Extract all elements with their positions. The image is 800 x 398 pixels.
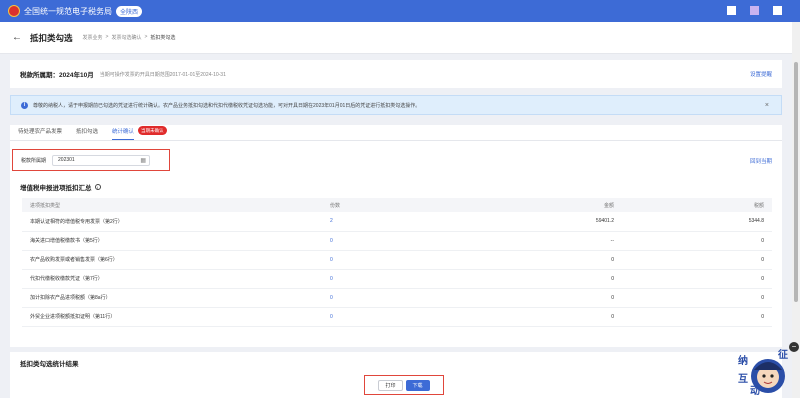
svg-text:纳: 纳 [738, 354, 748, 367]
table-row: 本期认证相符的增值税专用发票（第2行） 2 59401.2 5344.8 [22, 212, 772, 232]
period-filter: 税款所属期 202301 ▦ [12, 149, 170, 171]
close-icon[interactable]: × [765, 102, 769, 109]
message-icon[interactable] [727, 6, 736, 15]
period-date-input[interactable]: 202301 ▦ [52, 154, 151, 166]
tax-period-card: 税款所属期：2024年10月 当期可操作发票的开具日期范围2017-01-01至… [10, 60, 782, 88]
tab-pending-agri[interactable]: 待处理农产品发票 [18, 125, 62, 140]
info-icon: i [21, 101, 28, 109]
breadcrumb-bar: ← 抵扣类勾选 发票业务 > 发票勾选确认 > 抵扣类勾选 [0, 22, 792, 54]
user-icon[interactable] [750, 6, 759, 15]
row-count-link[interactable]: 0 [322, 307, 472, 327]
summary-title: 增值税申报进项抵扣汇总 i [20, 182, 101, 192]
table-row: 加计扣除农产品进项税额（第8a行） 0 0 0 [22, 288, 772, 308]
svg-text:征: 征 [778, 348, 788, 361]
column-header: 份数 [322, 198, 472, 212]
breadcrumb-separator: > [144, 34, 148, 40]
row-amount: 59401.2 [472, 212, 622, 232]
column-header: 税额 [622, 198, 772, 212]
row-tax: 0 [622, 307, 772, 327]
row-count-link[interactable]: 0 [322, 231, 472, 251]
period-filter-label: 税款所属期 [21, 157, 47, 164]
stats-title: 抵扣类勾选统计结果 [20, 361, 79, 368]
scroll-thumb[interactable] [794, 62, 798, 302]
summary-table: 进项抵扣类型 份数 金额 税额 本期认证相符的增值税专用发票（第2行） 2 59… [22, 198, 772, 327]
table-row: 海关进口增值税缴款书（第5行） 0 -- 0 [22, 231, 772, 251]
action-button-group: 打印 下载 [364, 375, 444, 395]
top-bar: 全国统一规范电子税务局 全陕西 [0, 0, 800, 22]
row-amount: 0 [472, 250, 622, 270]
row-amount: 0 [472, 307, 622, 327]
row-tax: 0 [622, 269, 772, 289]
calendar-icon[interactable]: ▦ [140, 157, 146, 166]
table-header-row: 进项抵扣类型 份数 金额 税额 [22, 198, 772, 212]
tab-stats-confirm-label: 统计确认 [112, 129, 135, 135]
breadcrumb-item-current: 抵扣类勾选 [150, 35, 176, 41]
row-type: 加计扣除农产品进项税额（第8a行） [22, 288, 322, 308]
summary-title-text: 增值税申报进项抵扣汇总 [20, 185, 92, 192]
back-to-current-link[interactable]: 回到当期 [750, 157, 772, 165]
row-count-link[interactable]: 0 [322, 250, 472, 270]
notice-banner: i 尊敬的纳税人，请于申报期前已勾选的凭证进行统计确认。农产品业务抵扣勾选和代扣… [10, 95, 782, 115]
table-row: 农产品收购发票或者销售发票（第6行） 0 0 0 [22, 250, 772, 270]
row-count-link[interactable]: 2 [322, 212, 472, 232]
tax-period-label: 税款所属期：2024年10月 [20, 72, 94, 79]
row-tax: 0 [622, 288, 772, 308]
row-amount: 0 [472, 288, 622, 308]
row-amount: -- [472, 231, 622, 251]
tab-bar: 待处理农产品发票 抵扣勾选 统计确认 当期未确认 [10, 125, 782, 141]
row-amount: 0 [472, 269, 622, 289]
brand-title: 全国统一规范电子税务局 [24, 6, 112, 16]
row-count-link[interactable]: 0 [322, 269, 472, 289]
tax-period-note: 当期可操作发票的开具日期范围2017-01-01至2024-10-31 [99, 71, 226, 78]
notice-text: 尊敬的纳税人，请于申报期前已勾选的凭证进行统计确认。农产品业务抵扣勾选和代扣代缴… [33, 102, 421, 109]
menu-icon[interactable] [773, 6, 782, 15]
set-reminder-link[interactable]: 设置提醒 [750, 70, 772, 78]
tab-deduction-check[interactable]: 抵扣勾选 [76, 125, 98, 140]
table-row: 外贸企业进项税额抵扣证明（第11行） 0 0 0 [22, 307, 772, 327]
main-card: 待处理农产品发票 抵扣勾选 统计确认 当期未确认 税款所属期 202301 ▦ … [10, 125, 782, 347]
row-count-link[interactable]: 0 [322, 288, 472, 308]
download-button[interactable]: 下载 [405, 379, 430, 391]
svg-text:动: 动 [750, 384, 760, 396]
page-title: 抵扣类勾选 [30, 32, 73, 43]
region-badge[interactable]: 全陕西 [116, 5, 143, 17]
back-arrow-icon[interactable]: ← [12, 32, 22, 43]
help-icon[interactable]: i [94, 184, 101, 190]
breadcrumb-item-invoice-check[interactable]: 发票勾选确认 [111, 34, 141, 41]
print-button[interactable]: 打印 [378, 379, 403, 391]
row-type: 农产品收购发票或者销售发票（第6行） [22, 250, 322, 270]
top-toolbar [727, 6, 782, 15]
row-type: 代扣代缴税收缴款凭证（第7行） [22, 269, 322, 289]
breadcrumb-separator: > [105, 34, 109, 40]
column-header: 金额 [472, 198, 622, 212]
mascot-icon[interactable]: 纳 征 互 动 [734, 346, 792, 396]
breadcrumb: 发票业务 > 发票勾选确认 > 抵扣类勾选 [83, 34, 176, 41]
row-type: 本期认证相符的增值税专用发票（第2行） [22, 212, 322, 232]
table-row: 代扣代缴税收缴款凭证（第7行） 0 0 0 [22, 269, 772, 289]
tax-emblem-icon [8, 5, 20, 17]
row-type: 外贸企业进项税额抵扣证明（第11行） [22, 307, 322, 327]
row-type: 海关进口增值税缴款书（第5行） [22, 231, 322, 251]
row-tax: 0 [622, 231, 772, 251]
row-tax: 5344.8 [622, 212, 772, 232]
column-header: 进项抵扣类型 [22, 198, 322, 212]
breadcrumb-item-invoice-business[interactable]: 发票业务 [83, 34, 103, 41]
status-badge: 当期未确认 [138, 126, 167, 135]
tab-stats-confirm[interactable]: 统计确认 当期未确认 [112, 125, 167, 140]
period-date-value: 202301 [58, 156, 75, 163]
svg-text:互: 互 [738, 373, 748, 385]
row-tax: 0 [622, 250, 772, 270]
